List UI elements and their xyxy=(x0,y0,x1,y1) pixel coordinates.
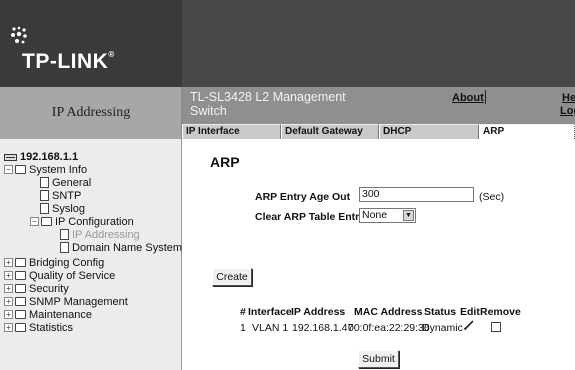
submit-button[interactable]: Submit xyxy=(358,350,399,368)
sidebar-item-syslog[interactable]: Syslog xyxy=(40,202,85,215)
tp-link-logo-icon xyxy=(11,26,27,44)
folder-icon xyxy=(15,323,26,332)
tab-dhcp[interactable]: DHCP xyxy=(379,124,479,139)
sidebar-item-statistics[interactable]: + Statistics xyxy=(4,321,73,334)
sidebar-item-label: SNTP xyxy=(52,189,82,202)
expand-icon[interactable]: + xyxy=(4,310,13,319)
page-title: IP Addressing xyxy=(51,105,131,120)
cell-ip-address: 192.168.1.47 xyxy=(292,322,354,334)
column-header-ip-address: IP Address xyxy=(291,306,346,318)
age-out-input[interactable]: 300 xyxy=(359,187,474,202)
document-icon xyxy=(40,177,49,188)
sidebar-item-ip-configuration[interactable]: − IP Configuration xyxy=(30,215,134,228)
sidebar-tree: 192.168.1.1 − System Info General SNTP S… xyxy=(0,139,182,370)
divider xyxy=(230,248,545,249)
collapse-icon[interactable]: − xyxy=(4,165,13,174)
sidebar-item-label: Security xyxy=(29,282,69,295)
sidebar-item-label: Maintenance xyxy=(29,308,92,321)
expand-icon[interactable]: + xyxy=(4,258,13,267)
product-band: TL-SL3428 L2 Management Switch About He l… xyxy=(182,87,575,124)
sidebar-item-label: Bridging Config xyxy=(29,256,105,269)
sidebar-item-bridging-config[interactable]: + Bridging Config xyxy=(4,256,104,269)
tree-root[interactable]: 192.168.1.1 xyxy=(4,150,78,163)
cell-interface: VLAN 1 xyxy=(252,322,289,334)
expand-icon[interactable]: + xyxy=(4,271,13,280)
age-out-label: ARP Entry Age Out xyxy=(255,191,351,203)
clear-table-select[interactable]: None ▼ xyxy=(359,208,416,223)
link-separator xyxy=(485,90,486,104)
folder-open-icon xyxy=(15,165,26,174)
switch-icon xyxy=(4,153,17,161)
tab-ip-interface[interactable]: IP Interface xyxy=(182,124,281,139)
logo-registered-mark: ® xyxy=(108,50,115,59)
section-heading: ARP xyxy=(210,154,240,170)
tp-link-logo: TP-LINK® xyxy=(22,50,115,74)
sidebar-item-label: Domain Name System xyxy=(72,241,183,254)
header-logo-area: TP-LINK® xyxy=(0,0,182,87)
document-icon xyxy=(40,190,49,201)
sidebar-item-system-info[interactable]: − System Info xyxy=(4,163,87,176)
sidebar-item-label: IP Configuration xyxy=(55,215,134,228)
expand-icon[interactable]: + xyxy=(4,297,13,306)
folder-icon xyxy=(15,271,26,280)
cell-status: Dynamic xyxy=(422,322,463,334)
folder-icon xyxy=(15,297,26,306)
column-header-edit: Edit xyxy=(460,306,480,318)
document-icon xyxy=(40,203,49,214)
tab-arp[interactable]: ARP xyxy=(479,124,575,139)
folder-icon xyxy=(15,258,26,267)
sidebar-item-label: IP Addressing xyxy=(72,228,140,241)
main-content: ARP ARP Entry Age Out 300 (Sec) Clear AR… xyxy=(182,139,575,370)
document-icon xyxy=(60,242,69,253)
tab-bar: IP Interface Default Gateway DHCP ARP xyxy=(182,124,575,139)
remove-checkbox[interactable] xyxy=(491,322,501,332)
logo-text: TP-LINK xyxy=(22,50,109,73)
folder-icon xyxy=(15,284,26,293)
sidebar-item-domain-name-system[interactable]: Domain Name System xyxy=(60,241,182,254)
column-header-mac-address: MAC Address xyxy=(354,306,423,318)
expand-icon[interactable]: + xyxy=(4,323,13,332)
sidebar-item-snmp-management[interactable]: + SNMP Management xyxy=(4,295,128,308)
clear-table-selected-value: None xyxy=(362,209,388,221)
document-icon xyxy=(60,229,69,240)
column-header-status: Status xyxy=(424,306,457,318)
tab-default-gateway[interactable]: Default Gateway xyxy=(281,124,379,139)
help-link[interactable]: Help xyxy=(562,92,575,104)
page-title-band: IP Addressing xyxy=(0,87,182,139)
folder-icon xyxy=(15,310,26,319)
pencil-icon[interactable] xyxy=(463,319,475,331)
sidebar-item-general[interactable]: General xyxy=(40,176,91,189)
sidebar-item-quality-of-service[interactable]: + Quality of Service xyxy=(4,269,115,282)
sidebar-item-sntp[interactable]: SNTP xyxy=(40,189,81,202)
age-out-unit: (Sec) xyxy=(479,191,505,203)
dropdown-arrow-icon[interactable]: ▼ xyxy=(403,210,414,221)
column-header-remove: Remove xyxy=(480,306,521,318)
about-link[interactable]: About xyxy=(452,92,484,104)
header-banner xyxy=(182,0,575,87)
cell-number: 1 xyxy=(240,322,246,334)
sidebar-item-label: Syslog xyxy=(52,202,86,215)
sidebar-item-label: Quality of Service xyxy=(29,269,116,282)
sidebar-item-security[interactable]: + Security xyxy=(4,282,69,295)
folder-open-icon xyxy=(41,217,52,226)
sidebar-item-label: SNMP Management xyxy=(29,295,128,308)
sidebar-item-label: System Info xyxy=(29,163,88,176)
column-header-interface: Interface xyxy=(248,306,292,318)
column-header-number: # xyxy=(240,306,246,318)
collapse-icon[interactable]: − xyxy=(30,217,39,226)
product-title: TL-SL3428 L2 Management Switch xyxy=(190,90,346,118)
sidebar-item-label: General xyxy=(52,176,92,189)
tree-root-label: 192.168.1.1 xyxy=(20,150,79,163)
sidebar-item-maintenance[interactable]: + Maintenance xyxy=(4,308,92,321)
expand-icon[interactable]: + xyxy=(4,284,13,293)
clear-table-label: Clear ARP Table Entries xyxy=(255,211,374,223)
sidebar-item-ip-addressing[interactable]: IP Addressing xyxy=(60,228,140,241)
create-button[interactable]: Create xyxy=(212,268,252,286)
logout-link[interactable]: Logout xyxy=(560,105,575,117)
sidebar-item-label: Statistics xyxy=(29,321,74,334)
cell-mac-address: 00:0f:ea:22:29:36 xyxy=(348,322,430,334)
